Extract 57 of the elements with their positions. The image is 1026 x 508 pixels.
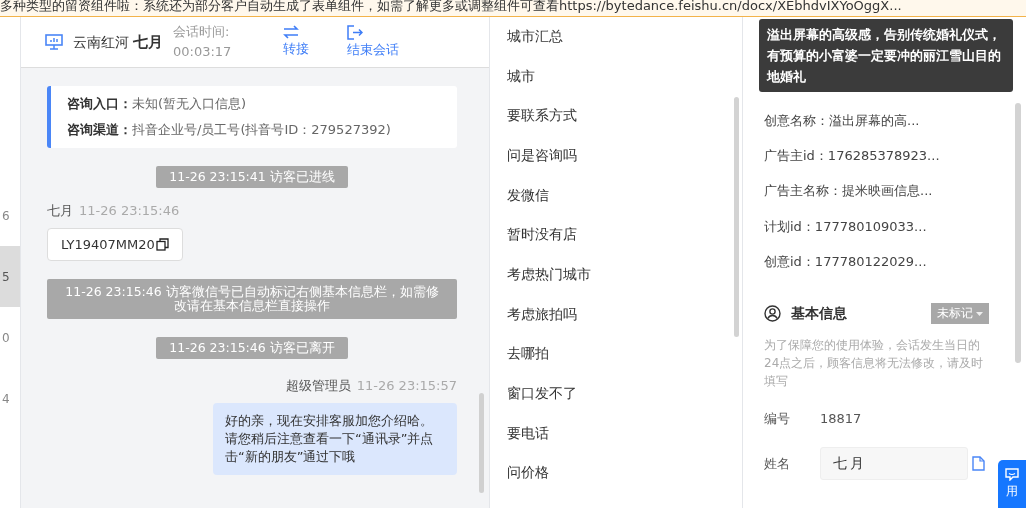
name-field[interactable]: 七月 (820, 447, 968, 481)
ad-info-row-text: 创意id：177780122029... (764, 252, 928, 271)
scrollbar[interactable] (479, 393, 484, 493)
feedback-button[interactable]: 用 (998, 460, 1026, 508)
message-bubble: LY19407MM20 (47, 228, 183, 261)
conversation-item[interactable]: 0 (0, 307, 20, 368)
swap-icon (283, 25, 299, 39)
source-name: 云南红河 (73, 33, 130, 52)
section-title: 基本信息 (791, 305, 848, 323)
quick-reply-item[interactable]: 发微信 (490, 175, 742, 216)
chat-icon (1005, 468, 1019, 481)
scrollbar[interactable] (734, 97, 739, 337)
ad-info-row-text: 广告主名称：提米映画信息... (764, 182, 934, 201)
copy-icon (155, 238, 169, 251)
quick-reply-item[interactable]: 考虑热门城市 (490, 255, 742, 295)
system-notice: 11-26 23:15:46 访客已离开 (156, 337, 348, 359)
inquiry-row-text: 咨询渠道：抖音企业号/员工号(抖音号ID：279527392) (67, 121, 392, 139)
system-notice: 11-26 23:15:46 访客微信号已自动标记右侧基本信息栏，如需修改请在基本信息栏直接操作 (47, 279, 457, 319)
copy-icon (972, 456, 985, 472)
inquiry-row-text: 咨询入口：未知(暂无入口信息) (67, 95, 248, 113)
system-notice: 11-26 23:15:41 访客已进线 (156, 166, 348, 188)
ad-info-row-text: 计划id：177780109033... (764, 217, 928, 236)
scrollbar[interactable] (1015, 103, 1021, 363)
conversation-item[interactable]: 4 (0, 368, 20, 429)
time-label: 会话时间: (173, 23, 231, 41)
message-time: 11-26 23:15:57 (356, 378, 457, 393)
message-bubble: 好的亲，现在安排客服加您介绍哈。请您稍后注意查看一下“通讯录”并点击“新的朋友”通过下哦 (213, 403, 457, 475)
notice-text: 为了保障您的使用体验，会话发生当日的24点之后，顾客信息将无法修改，请及时填写 (764, 337, 985, 391)
quick-reply-item[interactable]: 要电话 (490, 413, 742, 454)
ad-info-row-text: 创意名称：溢出屏幕的高... (764, 111, 921, 130)
user-icon (764, 305, 781, 323)
conversation-item[interactable]: 5 (0, 246, 20, 307)
session-time: 00:03:17 (173, 43, 233, 61)
message-time: 11-26 23:15:46 (79, 203, 180, 218)
end-session-button[interactable]: 结束会话 (347, 24, 399, 60)
field-label: 编号 (764, 410, 791, 428)
quick-reply-item[interactable]: 考虑旅拍吗 (490, 294, 742, 335)
quick-reply-item[interactable]: 问是咨询吗 (490, 136, 742, 176)
quick-reply-item[interactable]: 城市 (490, 56, 742, 97)
transfer-button[interactable]: 转接 (283, 25, 309, 59)
sender-name: 超级管理员 (285, 378, 351, 393)
field-label: 姓名 (764, 455, 791, 473)
quick-reply-item[interactable]: 窗口发不了 (490, 374, 742, 414)
quick-reply-item[interactable]: 暂时没有店 (490, 215, 742, 256)
exit-icon (347, 24, 363, 40)
conversation-item[interactable]: 6 (0, 185, 20, 246)
ad-info-row-text: 广告主id：176285378923... (764, 146, 941, 165)
quick-reply-item[interactable]: 要联系方式 (490, 96, 742, 137)
tooltip: 溢出屏幕的高级感，告别传统婚礼仪式，有预算的小富婆一定要冲的丽江雪山目的地婚礼 (759, 19, 1013, 92)
sender-name: 七月 (47, 203, 73, 218)
caret-icon (976, 312, 983, 316)
quick-reply-item[interactable]: 城市汇总 (490, 17, 742, 57)
quick-reply-item[interactable]: 问价格 (490, 453, 742, 494)
monitor-icon (45, 34, 63, 50)
field-value: 18817 (820, 411, 862, 427)
visitor-name: 七月 (133, 32, 164, 52)
quick-reply-item[interactable]: 去哪拍 (490, 334, 742, 375)
